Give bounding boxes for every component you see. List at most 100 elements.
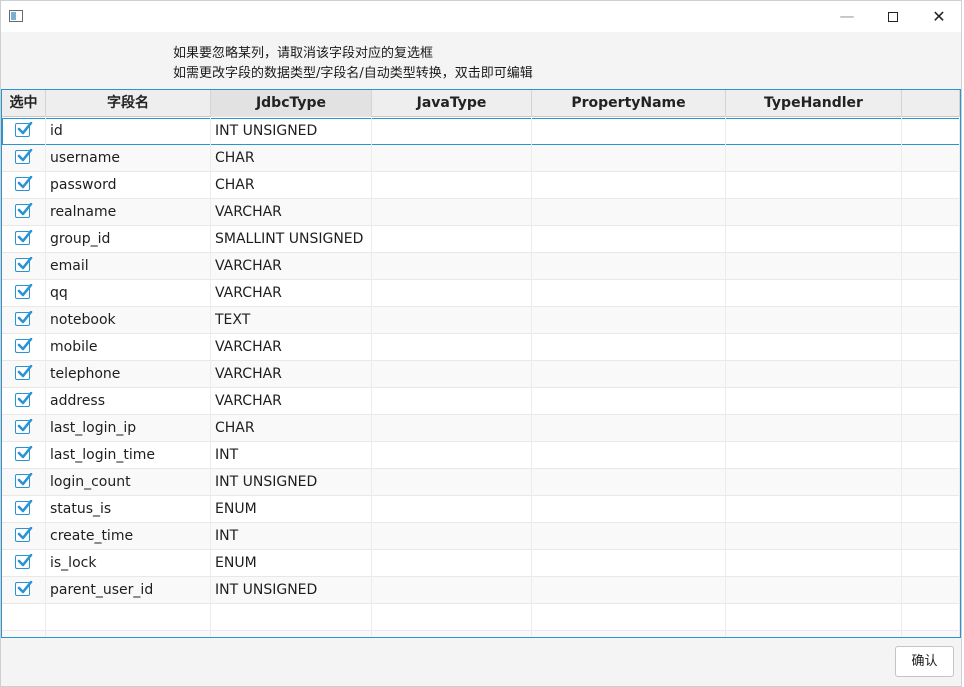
table-row[interactable]: notebook TEXT [2, 307, 960, 334]
property-name-cell[interactable] [532, 280, 726, 307]
select-checkbox[interactable] [15, 257, 33, 272]
java-type-cell[interactable] [372, 253, 532, 280]
type-handler-cell[interactable] [726, 199, 902, 226]
type-handler-cell[interactable] [726, 442, 902, 469]
jdbc-type-cell[interactable]: TEXT [211, 307, 372, 334]
java-type-cell[interactable] [372, 523, 532, 550]
header-jdbc-type[interactable]: JdbcType [211, 90, 372, 117]
property-name-cell[interactable] [532, 253, 726, 280]
java-type-cell[interactable] [372, 172, 532, 199]
jdbc-type-cell[interactable]: VARCHAR [211, 253, 372, 280]
select-checkbox[interactable] [15, 230, 33, 245]
field-name-cell[interactable]: mobile [46, 334, 211, 361]
jdbc-type-cell[interactable]: VARCHAR [211, 334, 372, 361]
java-type-cell[interactable] [372, 334, 532, 361]
java-type-cell[interactable] [372, 226, 532, 253]
jdbc-type-cell[interactable]: SMALLINT UNSIGNED [211, 226, 372, 253]
property-name-cell[interactable] [532, 361, 726, 388]
select-checkbox[interactable] [15, 149, 33, 164]
jdbc-type-cell[interactable]: VARCHAR [211, 388, 372, 415]
field-name-cell[interactable]: group_id [46, 226, 211, 253]
table-row[interactable]: address VARCHAR [2, 388, 960, 415]
field-name-cell[interactable]: id [46, 118, 211, 145]
header-select[interactable]: 选中 [2, 90, 46, 117]
jdbc-type-cell[interactable]: CHAR [211, 172, 372, 199]
select-checkbox[interactable] [15, 311, 33, 326]
select-checkbox[interactable] [15, 581, 33, 596]
jdbc-type-cell[interactable]: INT UNSIGNED [211, 118, 372, 145]
property-name-cell[interactable] [532, 388, 726, 415]
header-property-name[interactable]: PropertyName [532, 90, 726, 117]
select-checkbox[interactable] [15, 527, 33, 542]
property-name-cell[interactable] [532, 334, 726, 361]
type-handler-cell[interactable] [726, 334, 902, 361]
property-name-cell[interactable] [532, 307, 726, 334]
java-type-cell[interactable] [372, 145, 532, 172]
field-name-cell[interactable]: is_lock [46, 550, 211, 577]
java-type-cell[interactable] [372, 280, 532, 307]
java-type-cell[interactable] [372, 442, 532, 469]
field-name-cell[interactable]: password [46, 172, 211, 199]
field-name-cell[interactable]: last_login_time [46, 442, 211, 469]
confirm-button[interactable]: 确认 [895, 646, 954, 677]
jdbc-type-cell[interactable]: INT [211, 442, 372, 469]
type-handler-cell[interactable] [726, 523, 902, 550]
table-row[interactable]: realname VARCHAR [2, 199, 960, 226]
java-type-cell[interactable] [372, 388, 532, 415]
select-checkbox[interactable] [15, 203, 33, 218]
jdbc-type-cell[interactable]: VARCHAR [211, 280, 372, 307]
table-row[interactable]: id INT UNSIGNED [2, 118, 960, 145]
maximize-button[interactable] [870, 1, 916, 32]
table-row[interactable]: last_login_time INT [2, 442, 960, 469]
table-row[interactable]: mobile VARCHAR [2, 334, 960, 361]
property-name-cell[interactable] [532, 199, 726, 226]
field-name-cell[interactable]: parent_user_id [46, 577, 211, 604]
type-handler-cell[interactable] [726, 118, 902, 145]
field-name-cell[interactable]: status_is [46, 496, 211, 523]
field-table[interactable]: 选中 字段名 JdbcType JavaType PropertyName TypeHan… [1, 89, 961, 638]
java-type-cell[interactable] [372, 118, 532, 145]
type-handler-cell[interactable] [726, 172, 902, 199]
type-handler-cell[interactable] [726, 253, 902, 280]
jdbc-type-cell[interactable]: ENUM [211, 550, 372, 577]
select-checkbox[interactable] [15, 473, 33, 488]
select-checkbox[interactable] [15, 365, 33, 380]
table-row[interactable]: parent_user_id INT UNSIGNED [2, 577, 960, 604]
java-type-cell[interactable] [372, 307, 532, 334]
table-row[interactable]: email VARCHAR [2, 253, 960, 280]
jdbc-type-cell[interactable]: VARCHAR [211, 361, 372, 388]
java-type-cell[interactable] [372, 496, 532, 523]
jdbc-type-cell[interactable]: ENUM [211, 496, 372, 523]
header-type-handler[interactable]: TypeHandler [726, 90, 902, 117]
table-row[interactable]: login_count INT UNSIGNED [2, 469, 960, 496]
property-name-cell[interactable] [532, 550, 726, 577]
table-row[interactable]: create_time INT [2, 523, 960, 550]
java-type-cell[interactable] [372, 550, 532, 577]
select-checkbox[interactable] [15, 284, 33, 299]
property-name-cell[interactable] [532, 442, 726, 469]
field-name-cell[interactable]: address [46, 388, 211, 415]
java-type-cell[interactable] [372, 361, 532, 388]
header-field-name[interactable]: 字段名 [46, 90, 211, 117]
select-checkbox[interactable] [15, 338, 33, 353]
select-checkbox[interactable] [15, 392, 33, 407]
select-checkbox[interactable] [15, 554, 33, 569]
property-name-cell[interactable] [532, 172, 726, 199]
field-name-cell[interactable]: realname [46, 199, 211, 226]
java-type-cell[interactable] [372, 199, 532, 226]
field-name-cell[interactable]: login_count [46, 469, 211, 496]
minimize-button[interactable]: — [824, 1, 870, 32]
property-name-cell[interactable] [532, 469, 726, 496]
property-name-cell[interactable] [532, 145, 726, 172]
type-handler-cell[interactable] [726, 280, 902, 307]
type-handler-cell[interactable] [726, 361, 902, 388]
table-row[interactable]: qq VARCHAR [2, 280, 960, 307]
table-row[interactable]: status_is ENUM [2, 496, 960, 523]
select-checkbox[interactable] [15, 500, 33, 515]
jdbc-type-cell[interactable]: INT UNSIGNED [211, 469, 372, 496]
select-checkbox[interactable] [15, 419, 33, 434]
select-checkbox[interactable] [15, 176, 33, 191]
table-row[interactable]: group_id SMALLINT UNSIGNED [2, 226, 960, 253]
field-name-cell[interactable]: telephone [46, 361, 211, 388]
property-name-cell[interactable] [532, 496, 726, 523]
